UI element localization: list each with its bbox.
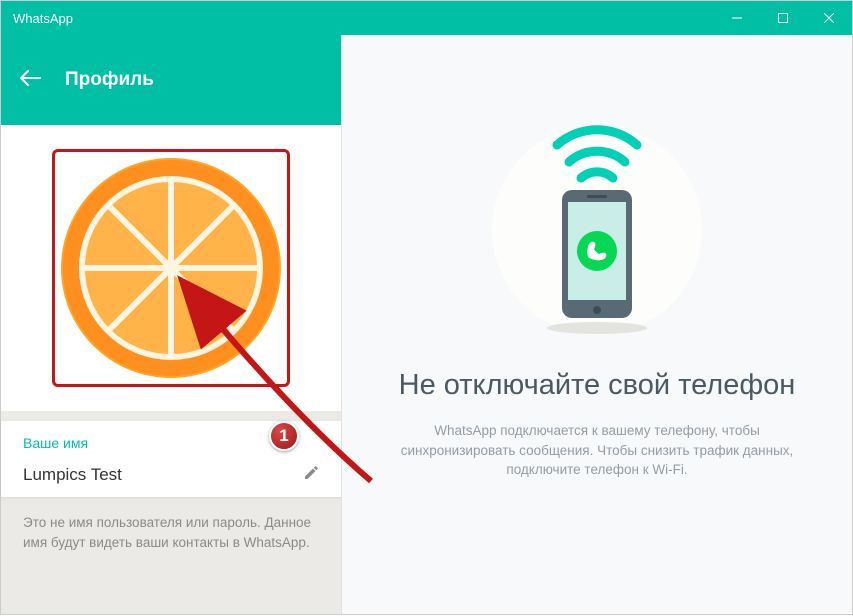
keep-phone-connected-illustration	[457, 95, 737, 335]
window-title: WhatsApp	[13, 11, 73, 26]
profile-avatar[interactable]	[61, 158, 281, 378]
profile-header: Профиль	[1, 35, 341, 125]
window-maximize-button[interactable]	[760, 1, 806, 35]
pencil-icon	[303, 465, 319, 481]
window-minimize-button[interactable]	[714, 1, 760, 35]
welcome-panel: Не отключайте свой телефон WhatsApp подк…	[341, 35, 852, 614]
avatar-highlight-annotation	[52, 149, 290, 387]
welcome-description: WhatsApp подключается к вашему телефону,…	[387, 421, 807, 480]
profile-panel: Профиль	[1, 35, 341, 614]
edit-name-button[interactable]	[303, 465, 319, 485]
profile-name-value: Lumpics Test	[23, 465, 122, 485]
close-icon	[824, 13, 834, 23]
orange-slice-icon	[61, 158, 281, 378]
minimize-icon	[732, 13, 742, 23]
window-titlebar: WhatsApp	[1, 1, 852, 35]
maximize-icon	[778, 13, 788, 23]
back-arrow-icon[interactable]	[19, 69, 41, 91]
window-close-button[interactable]	[806, 1, 852, 35]
profile-name-description: Это не имя пользователя или пароль. Данн…	[1, 497, 341, 552]
welcome-heading: Не отключайте свой телефон	[399, 367, 796, 403]
profile-name-section: Ваше имя Lumpics Test	[1, 421, 341, 497]
profile-name-label: Ваше имя	[23, 435, 319, 451]
profile-title: Профиль	[65, 69, 154, 91]
avatar-section	[1, 125, 341, 411]
